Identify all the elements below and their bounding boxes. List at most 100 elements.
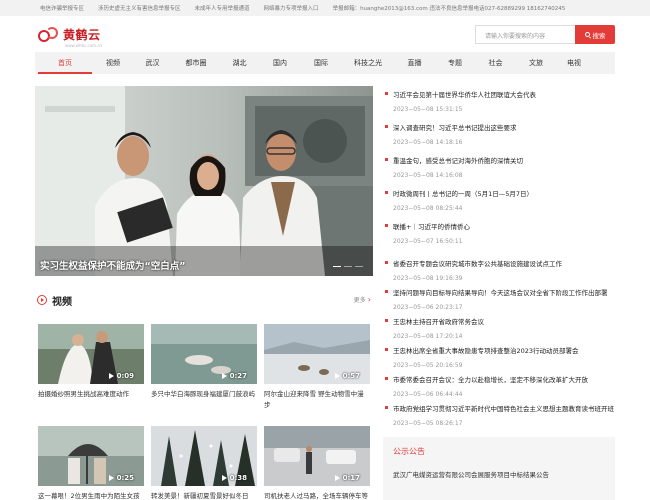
news-title[interactable]: 市政府党组学习贯彻习近平新时代中国特色社会主义思想主题教育读书班开班 (385, 403, 615, 413)
nav-metro[interactable]: 都市圈 (174, 52, 218, 74)
notice-item[interactable]: 武汉广电媒资运营有限公司会展服务项目中标结果公告 (393, 469, 549, 479)
nav-video[interactable]: 视频 (95, 52, 131, 74)
video-title[interactable]: 拍摄婚纱照男生挑战高难度动作 (38, 389, 144, 411)
news-title[interactable]: 坚持问题导向目标导向结果导向！今天这场会议对全省下阶段工作作出部署 (385, 287, 615, 297)
video-thumbnail[interactable]: 0:17 (264, 426, 370, 486)
video-thumbnail[interactable]: 0:57 (264, 324, 370, 384)
video-thumbnail[interactable]: 0:25 (38, 426, 144, 486)
carousel-dot[interactable] (344, 265, 352, 267)
hero-carousel[interactable]: 实习生权益保护不能成为“空白点” (35, 86, 373, 276)
logo-url: www.whbc.com.cn (65, 43, 103, 48)
video-card[interactable]: 0:17 司机扶老人过马路，全场车辆停车等候 (264, 426, 370, 500)
news-title[interactable]: 联播+｜习近平的侨情侨心 (385, 221, 615, 231)
news-title[interactable]: 习近平会见第十届世界华侨华人社团联谊大会代表 (385, 89, 615, 99)
news-item[interactable]: 习近平会见第十届世界华侨华人社团联谊大会代表 2023−05−08 15:31:… (385, 89, 615, 113)
nav-domestic[interactable]: 国内 (261, 52, 299, 74)
main-nav: 首页 视频 武汉 都市圈 湖北 国内 国际 科技之光 直播 专题 社会 文旅 电… (35, 52, 615, 74)
topbar-link-history-nihilism[interactable]: 涉历史虚无主义有害信息举报专区 (98, 4, 181, 12)
search-button[interactable]: 搜索 (575, 25, 615, 44)
video-thumbnail[interactable]: 0:38 (151, 426, 257, 486)
site-header: 黄鹤云 www.whbc.com.cn 请输入你要搜索的内容 搜索 (0, 16, 650, 56)
video-title[interactable]: 多只中华白海豚现身福建厦门鼓浪屿 (151, 389, 257, 411)
nav-technology[interactable]: 科技之光 (343, 52, 393, 74)
video-card[interactable]: 0:25 这一幕哏！2位男生雨中为陌生女孩撑伞 (38, 426, 144, 500)
video-duration: 0:17 (335, 474, 360, 482)
nav-live[interactable]: 直播 (393, 52, 436, 74)
topbar-link-cyber-violence[interactable]: 网络暴力专项举报入口 (264, 4, 319, 12)
video-duration: 0:57 (335, 372, 360, 380)
news-date: 2023−05−06 06:44:44 (393, 391, 463, 398)
news-date: 2023−05−08 14:18:16 (393, 139, 463, 146)
news-title[interactable]: 省委召开专题会议研究城市数字公共基础设施建设试点工作 (385, 258, 615, 268)
notice-title: 公示公告 (393, 447, 425, 456)
news-title[interactable]: 王忠林主持召开省政府常务会议 (385, 316, 615, 326)
news-date: 2023−05−08 14:16:08 (393, 172, 463, 179)
news-date: 2023−05−08 15:31:15 (393, 106, 463, 113)
search-input[interactable]: 请输入你要搜索的内容 (475, 25, 575, 44)
nav-society[interactable]: 社会 (474, 52, 517, 74)
logo-name: 黄鹤云 (63, 28, 101, 42)
video-card[interactable]: 0:27 多只中华白海豚现身福建厦门鼓浪屿 (151, 324, 257, 411)
video-title[interactable]: 转发美景！新疆初夏雪景好似冬日 (151, 491, 257, 500)
news-date: 2023−05−05 20:16:59 (393, 362, 463, 369)
notice-box: 公示公告 武汉广电媒资运营有限公司会展服务项目中标结果公告 (383, 437, 615, 500)
video-card[interactable]: 0:09 拍摄婚纱照男生挑战高难度动作 (38, 324, 144, 411)
nav-topics[interactable]: 专题 (436, 52, 474, 74)
video-duration: 0:38 (222, 474, 247, 482)
search-box: 请输入你要搜索的内容 搜索 (475, 25, 615, 44)
nav-home[interactable]: 首页 (35, 52, 95, 74)
hero-caption[interactable]: 实习生权益保护不能成为“空白点” (40, 258, 186, 272)
news-date: 2023−05−08 17:20:14 (393, 333, 463, 340)
video-duration: 0:27 (222, 372, 247, 380)
topbar-link-minor-channel[interactable]: 未成年人专用举报通道 (195, 4, 250, 12)
news-date: 2023−05−08 08:25:44 (393, 205, 463, 212)
topbar-link-telecom-fraud[interactable]: 电信诈骗举报专区 (40, 4, 84, 12)
site-logo[interactable]: 黄鹤云 www.whbc.com.cn (38, 26, 102, 48)
news-item[interactable]: 市委常委会召开会议：全力以赴稳增长，坚定不移深化改革扩大开放 2023−05−0… (385, 374, 615, 398)
carousel-dot[interactable] (355, 265, 363, 267)
news-title[interactable]: 市委常委会召开会议：全力以赴稳增长，坚定不移深化改革扩大开放 (385, 374, 615, 384)
news-item[interactable]: 市政府党组学习贯彻习近平新时代中国特色社会主义思想主题教育读书班开班 2023−… (385, 403, 615, 427)
video-card[interactable]: 0:57 阿尔金山迎来降雪 野生动物雪中漫步 (264, 324, 370, 411)
video-title[interactable]: 司机扶老人过马路，全场车辆停车等候 (264, 491, 370, 500)
news-title[interactable]: 王忠林出席全省重大事故隐患专项排查整治2023行动动员部署会 (385, 345, 615, 355)
video-title[interactable]: 阿尔金山迎来降雪 野生动物雪中漫步 (264, 389, 370, 411)
news-title[interactable]: 时政微周刊丨总书记的一周（5月1日—5月7日） (385, 188, 615, 198)
nav-culture-tourism[interactable]: 文旅 (517, 52, 555, 74)
video-title[interactable]: 这一幕哏！2位男生雨中为陌生女孩撑伞 (38, 491, 144, 500)
carousel-dot[interactable] (333, 265, 341, 267)
news-title[interactable]: 深入调查研究！习近平总书记提出这些要求 (385, 122, 615, 132)
video-more-link[interactable]: 更多 (354, 295, 371, 304)
crane-logo-icon (38, 26, 60, 44)
nav-tv[interactable]: 电视 (555, 52, 593, 74)
hero-image (35, 86, 373, 276)
news-item[interactable]: 省委召开专题会议研究城市数字公共基础设施建设试点工作 2023−05−08 19… (385, 258, 615, 282)
video-duration: 0:25 (109, 474, 134, 482)
news-item[interactable]: 深入调查研究！习近平总书记提出这些要求 2023−05−08 14:18:16 (385, 122, 615, 146)
news-title[interactable]: 重温金句，感受总书记对海外侨胞的深情关切 (385, 155, 615, 165)
video-section-title: 视频 (52, 297, 72, 308)
video-card[interactable]: 0:38 转发美景！新疆初夏雪景好似冬日 (151, 426, 257, 500)
video-duration: 0:09 (109, 372, 134, 380)
news-item[interactable]: 时政微周刊丨总书记的一周（5月1日—5月7日） 2023−05−08 08:25… (385, 188, 615, 212)
news-item[interactable]: 联播+｜习近平的侨情侨心 2023−05−07 16:50:11 (385, 221, 615, 245)
top-utility-bar: 电信诈骗举报专区 涉历史虚无主义有害信息举报专区 未成年人专用举报通道 网络暴力… (0, 0, 650, 16)
news-item[interactable]: 坚持问题导向目标导向结果导向！今天这场会议对全省下阶段工作作出部署 2023−0… (385, 287, 615, 311)
topbar-links: 电信诈骗举报专区 涉历史虚无主义有害信息举报专区 未成年人专用举报通道 网络暴力… (40, 4, 565, 12)
video-thumbnail[interactable]: 0:27 (151, 324, 257, 384)
nav-hubei[interactable]: 湖北 (218, 52, 261, 74)
search-icon (584, 32, 590, 37)
news-date: 2023−05−05 08:26:17 (393, 420, 463, 427)
news-date: 2023−05−06 20:23:17 (393, 304, 463, 311)
news-date: 2023−05−07 16:50:11 (393, 238, 463, 245)
carousel-indicators (333, 265, 363, 267)
news-item[interactable]: 王忠林出席全省重大事故隐患专项排查整治2023行动动员部署会 2023−05−0… (385, 345, 615, 369)
news-item[interactable]: 王忠林主持召开省政府常务会议 2023−05−08 17:20:14 (385, 316, 615, 340)
video-play-icon (37, 295, 47, 305)
nav-wuhan[interactable]: 武汉 (131, 52, 174, 74)
video-thumbnail[interactable]: 0:09 (38, 324, 144, 384)
video-section-header: 视频 更多 (35, 292, 373, 308)
search-button-label: 搜索 (592, 31, 606, 40)
news-item[interactable]: 重温金句，感受总书记对海外侨胞的深情关切 2023−05−08 14:16:08 (385, 155, 615, 179)
nav-international[interactable]: 国际 (299, 52, 343, 74)
